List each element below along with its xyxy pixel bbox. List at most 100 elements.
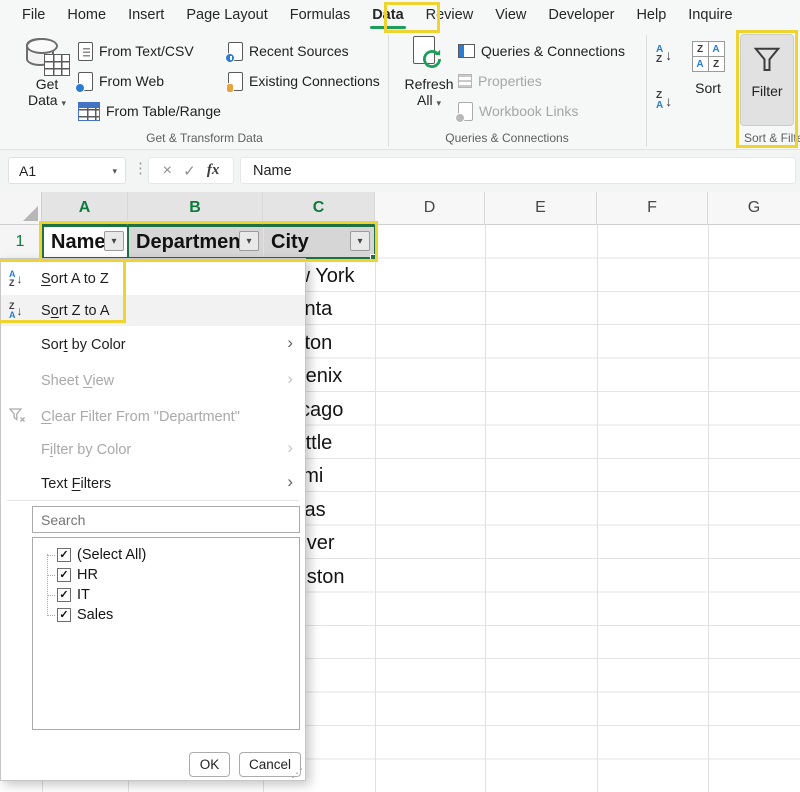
confirm-entry-icon[interactable]: ✓	[183, 162, 196, 180]
sort-za-icon: ZA	[656, 91, 663, 111]
sort-za-icon: ZA↓	[9, 302, 23, 320]
submenu-arrow-icon: ›	[287, 438, 293, 458]
queries-pane-icon	[458, 44, 475, 58]
web-file-icon	[78, 72, 93, 91]
row-header-1[interactable]: 1	[0, 225, 42, 259]
tab-page-layout[interactable]: Page Layout	[178, 3, 275, 27]
formula-bar-row: A1 ▾ ⋮ × ✓ fx	[0, 150, 800, 192]
formula-actions: × ✓ fx	[148, 157, 234, 184]
from-table-range-button[interactable]: From Table/Range	[78, 100, 221, 122]
column-header-f[interactable]: F	[597, 192, 708, 225]
workbook-links-button: Workbook Links	[458, 100, 578, 122]
submenu-arrow-icon: ›	[287, 472, 293, 492]
tab-home[interactable]: Home	[59, 3, 114, 27]
chevron-down-icon: ▾	[61, 98, 66, 108]
insert-function-icon[interactable]: fx	[207, 162, 220, 179]
tab-review[interactable]: Review	[418, 3, 482, 27]
tab-help[interactable]: Help	[628, 3, 674, 27]
gridline	[597, 225, 598, 792]
column-header-c[interactable]: C	[263, 192, 375, 225]
group-divider	[388, 35, 389, 147]
checkbox-checked-icon[interactable]: ✓	[57, 588, 71, 602]
existing-connections-button[interactable]: Existing Connections	[228, 70, 380, 92]
submenu-arrow-icon: ›	[287, 333, 293, 353]
sort-az-icon: AZ	[656, 45, 663, 65]
refresh-all-button[interactable]: Refresh All ▾	[400, 34, 458, 108]
sort-az-icon: AZ↓	[9, 270, 23, 288]
filter-value-it[interactable]: ✓ IT	[33, 585, 299, 605]
select-all-button[interactable]	[0, 192, 42, 225]
excel-window: File Home Insert Page Layout Formulas Da…	[0, 0, 800, 792]
checkbox-checked-icon[interactable]: ✓	[57, 568, 71, 582]
filter-value-hr[interactable]: ✓ HR	[33, 565, 299, 585]
tab-data[interactable]: Data	[364, 3, 411, 27]
sort-button[interactable]: ZAAZ Sort	[686, 41, 730, 96]
database-icon	[24, 34, 70, 76]
queries-connections-button[interactable]: Queries & Connections	[458, 40, 625, 62]
text-csv-file-icon	[78, 42, 93, 61]
filter-value-select-all[interactable]: ✓ (Select All)	[33, 545, 299, 565]
menu-item-clear-filter: Clear Filter From "Department"	[1, 401, 305, 432]
column-header-e[interactable]: E	[485, 192, 597, 225]
chevron-down-icon: ▾	[436, 98, 441, 108]
filter-value-sales[interactable]: ✓ Sales	[33, 605, 299, 625]
column-header-b[interactable]: B	[128, 192, 263, 225]
department-filter-dropdown-button[interactable]: ▾	[239, 231, 259, 251]
menu-item-sort-a-to-z[interactable]: AZ↓ Sort A to Z	[1, 263, 305, 294]
menu-item-sheet-view: Sheet View ›	[1, 365, 305, 396]
from-text-csv-button[interactable]: From Text/CSV	[78, 40, 194, 62]
chevron-down-icon[interactable]: ▾	[112, 166, 117, 177]
gridline	[375, 225, 376, 792]
gridline	[708, 225, 709, 792]
name-filter-dropdown-button[interactable]: ▾	[104, 231, 124, 251]
table-icon	[78, 102, 100, 121]
recent-sources-button[interactable]: Recent Sources	[228, 40, 349, 62]
properties-button: Properties	[458, 70, 542, 92]
name-box[interactable]: A1 ▾	[8, 157, 126, 184]
checkbox-checked-icon[interactable]: ✓	[57, 548, 71, 562]
sort-descending-button[interactable]: ZA ↓	[656, 91, 672, 111]
checkbox-checked-icon[interactable]: ✓	[57, 608, 71, 622]
column-header-g[interactable]: G	[708, 192, 800, 225]
menu-item-text-filters[interactable]: Text Filters ›	[1, 468, 305, 499]
get-data-button[interactable]: Get Data ▾	[16, 34, 78, 108]
tab-insert[interactable]: Insert	[120, 3, 172, 27]
menu-item-sort-by-color[interactable]: Sort by Color ›	[1, 329, 305, 360]
resize-grip[interactable]: ⋰	[291, 766, 303, 780]
city-filter-dropdown-button[interactable]: ▾	[350, 231, 370, 251]
group-label-get-transform: Get & Transform Data	[112, 131, 297, 145]
column-header-d[interactable]: D	[375, 192, 485, 225]
tab-file[interactable]: File	[14, 3, 53, 27]
from-web-button[interactable]: From Web	[78, 70, 164, 92]
existing-connections-icon	[228, 72, 243, 91]
formula-bar-splitter[interactable]: ⋮	[133, 159, 148, 177]
autofilter-menu: AZ↓ Sort A to Z ZA↓ Sort Z to A Sort by …	[0, 258, 306, 781]
group-label-sort-filter: Sort & Filter	[744, 131, 800, 145]
cancel-entry-icon[interactable]: ×	[163, 162, 172, 180]
tab-inquire[interactable]: Inquire	[680, 3, 740, 27]
funnel-icon	[752, 45, 782, 75]
filter-search-input[interactable]	[32, 506, 300, 533]
column-header-a[interactable]: A	[42, 192, 128, 225]
filter-button[interactable]: Filter	[740, 34, 794, 126]
gridline	[485, 225, 486, 792]
menu-item-sort-z-to-a[interactable]: ZA↓ Sort Z to A	[1, 295, 305, 326]
recent-sources-icon	[228, 42, 243, 61]
group-label-queries: Queries & Connections	[412, 131, 602, 145]
sort-ascending-button[interactable]: AZ ↓	[656, 45, 672, 65]
formula-input[interactable]	[240, 157, 796, 184]
ribbon-data-tab-content: Get Data ▾ From Text/CSV From Web From T…	[0, 29, 800, 150]
tab-view[interactable]: View	[487, 3, 534, 27]
menu-separator	[7, 500, 299, 501]
tab-formulas[interactable]: Formulas	[282, 3, 358, 27]
clear-filter-icon	[9, 408, 26, 428]
tab-developer[interactable]: Developer	[540, 3, 622, 27]
submenu-arrow-icon: ›	[287, 369, 293, 389]
filter-values-list: ✓ (Select All) ✓ HR ✓ IT ✓ Sales	[32, 537, 300, 730]
sort-dialog-icon: ZAAZ	[692, 41, 725, 72]
menu-item-filter-by-color: Filter by Color ›	[1, 434, 305, 465]
ribbon-tab-bar: File Home Insert Page Layout Formulas Da…	[0, 0, 800, 29]
ok-button[interactable]: OK	[189, 752, 230, 777]
workbook-links-icon	[458, 102, 473, 121]
select-all-triangle-icon	[23, 206, 38, 221]
